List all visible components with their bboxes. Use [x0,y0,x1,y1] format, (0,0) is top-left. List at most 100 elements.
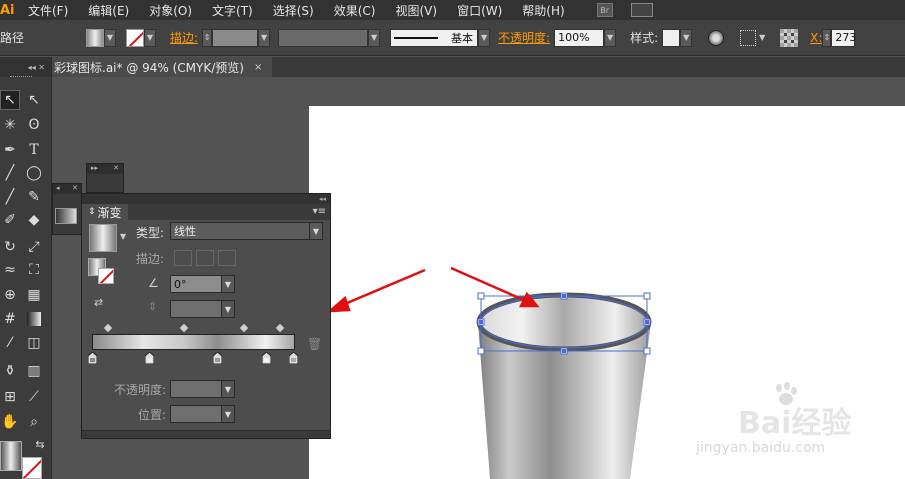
variable-width-select[interactable] [278,28,369,47]
line-tool-icon[interactable]: ╱ [0,163,20,183]
swap-colors-icon[interactable]: ⇆ [30,434,50,454]
panel-resize-grip[interactable] [82,430,330,438]
mesh-tool-icon[interactable]: # [0,309,20,329]
gradient-preset-dropdown[interactable]: ▼ [120,232,126,241]
stroke-label[interactable]: 描边: [170,29,198,46]
gradient-color-stop[interactable] [289,352,298,364]
gradient-color-stop[interactable] [262,352,271,364]
eraser-tool-icon[interactable]: ◆ [24,210,44,230]
stop-location-input[interactable] [170,405,222,423]
paintbrush-tool-icon[interactable]: ╱ [0,187,20,207]
stroke-swatch[interactable] [126,28,144,47]
ellipse-tool-icon[interactable]: ◯ [24,163,44,183]
stroke-gradient-option-1[interactable] [174,250,192,266]
aspect-ratio-input[interactable] [170,300,222,318]
document-tab[interactable]: 彩球图标.ai* @ 94% (CMYK/预览) × [52,57,272,77]
align-icon[interactable] [740,29,757,46]
symbol-sprayer-tool-icon[interactable]: ⚱ [0,361,20,381]
stroke-gradient-option-3[interactable] [218,250,236,266]
stroke-weight-dropdown[interactable]: ▼ [258,28,271,47]
gradient-midpoint[interactable] [179,323,189,333]
stop-opacity-dropdown[interactable]: ▼ [221,380,235,398]
eyedropper-tool-icon[interactable]: ⁄ [0,333,20,353]
brush-dropdown[interactable]: ▼ [478,28,491,47]
blend-tool-icon[interactable]: ◫ [24,333,44,353]
menu-object[interactable]: 对象(O) [149,2,192,19]
opacity-label[interactable]: 不透明度: [498,29,550,46]
stroke-color-box[interactable] [22,457,42,479]
hand-tool-icon[interactable]: ✋ [0,412,20,432]
stroke-gradient-option-2[interactable] [196,250,214,266]
angle-dropdown[interactable]: ▼ [221,275,235,293]
collapsed-panel-a[interactable]: ▸▸ ✕ [86,163,124,193]
magic-wand-tool-icon[interactable]: ✳ [0,115,20,135]
transform-grid-icon[interactable] [780,28,799,47]
stroke-weight-stepper[interactable]: ⇕ [202,28,213,47]
menu-help[interactable]: 帮助(H) [522,2,564,19]
recolor-icon[interactable] [708,29,725,46]
fill-color-box[interactable] [0,441,22,471]
zoom-tool-icon[interactable]: ⌕ [24,412,44,432]
brush-select[interactable]: 基本 [390,28,479,47]
bridge-button[interactable]: Br [596,3,613,17]
x-stepper[interactable]: ⇕ [822,28,832,47]
gradient-midpoint[interactable] [239,323,249,333]
gradient-color-stop[interactable] [213,352,222,364]
x-label[interactable]: X: [810,31,822,45]
gradient-preview-swatch[interactable] [89,224,117,252]
close-document-icon[interactable]: × [254,62,262,73]
fill-swatch[interactable] [86,28,104,47]
style-swatch[interactable] [662,28,681,47]
menu-type[interactable]: 文字(T) [212,2,253,19]
opacity-input[interactable]: 100% [554,28,605,47]
perspective-grid-tool-icon[interactable]: ▦ [24,285,44,305]
gradient-panel-titlebar[interactable]: ◂◂ [82,194,330,204]
scale-tool-icon[interactable]: ⤢ [24,237,44,257]
stroke-weight-input[interactable] [212,28,259,47]
menu-edit[interactable]: 编辑(E) [88,2,129,19]
panel-menu-icon[interactable]: ▾≡ [313,206,326,217]
fill-dropdown[interactable]: ▼ [104,28,116,47]
direct-selection-tool-icon[interactable]: ↖ [24,90,44,110]
collapse-arrows-icon[interactable]: ⇕ [88,207,96,217]
menu-view[interactable]: 视图(V) [395,2,437,19]
reverse-gradient-icon[interactable]: ⇄ [94,296,103,309]
gradient-slider-bar[interactable] [92,334,295,350]
slice-tool-icon[interactable]: ⟋ [24,387,44,407]
gradient-color-stop[interactable] [88,352,97,364]
gradient-panel-icon[interactable] [55,208,77,224]
type-tool-icon[interactable]: T [24,140,44,160]
gradient-color-stop[interactable] [145,352,154,364]
collapsed-panel-b[interactable]: ◂ ✕ [52,183,82,235]
gradient-midpoint[interactable] [275,323,285,333]
type-dropdown[interactable]: ▼ [309,222,323,240]
menu-select[interactable]: 选择(S) [273,2,314,19]
pen-tool-icon[interactable]: ✒ [0,140,20,160]
lasso-tool-icon[interactable]: ʘ [24,115,44,135]
stop-opacity-input[interactable] [170,380,222,398]
opacity-dropdown[interactable]: ▼ [604,28,617,47]
toolbox-grip[interactable] [10,76,32,78]
gradient-midpoint[interactable] [103,323,113,333]
stop-location-dropdown[interactable]: ▼ [221,405,235,423]
stroke-dropdown[interactable]: ▼ [144,28,156,47]
rotate-tool-icon[interactable]: ↻ [0,237,20,257]
x-input[interactable]: 273 [831,28,856,47]
gradient-tool-icon[interactable] [24,309,44,329]
blob-brush-tool-icon[interactable]: ✐ [0,210,20,230]
align-dropdown[interactable]: ▼ [756,29,768,47]
type-select[interactable]: 线性 [170,222,311,240]
collapsed-panel-b-header[interactable]: ◂ ✕ [53,184,81,194]
width-tool-icon[interactable]: ≈ [0,260,20,280]
workspace-switcher[interactable] [630,3,653,17]
menu-effect[interactable]: 效果(C) [334,2,376,19]
shape-builder-tool-icon[interactable]: ⊕ [0,285,20,305]
artboard-tool-icon[interactable]: ⊞ [0,387,20,407]
style-dropdown[interactable]: ▼ [680,28,693,47]
pencil-tool-icon[interactable]: ✎ [24,187,44,207]
toolbox-header[interactable]: ◂◂ ✕ [0,57,51,77]
angle-input[interactable]: 0° [170,275,222,293]
free-transform-tool-icon[interactable]: ⛶ [24,260,44,280]
aspect-ratio-dropdown[interactable]: ▼ [221,300,235,318]
menu-window[interactable]: 窗口(W) [457,2,502,19]
